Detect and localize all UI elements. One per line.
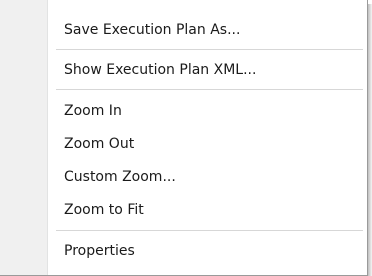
menu-item-label: Properties xyxy=(64,242,135,259)
menu-item-label: Custom Zoom... xyxy=(64,168,176,185)
menu-item-label: Save Execution Plan As... xyxy=(64,21,241,38)
menu-item-zoom-out[interactable]: Zoom Out xyxy=(0,127,367,160)
menu-item-label: Zoom Out xyxy=(64,135,135,152)
menu-item-label: Show Execution Plan XML... xyxy=(64,61,257,78)
menu-item-custom-zoom[interactable]: Custom Zoom... xyxy=(0,160,367,193)
menu-items: Save Execution Plan As... Show Execution… xyxy=(0,14,367,266)
menu-separator xyxy=(0,226,367,235)
menu-item-properties[interactable]: Properties xyxy=(0,235,367,266)
menu-item-save-execution-plan-as[interactable]: Save Execution Plan As... xyxy=(0,14,367,45)
menu-separator xyxy=(0,45,367,54)
menu-item-label: Zoom In xyxy=(64,102,122,119)
menu-shadow xyxy=(368,4,372,276)
menu-item-show-execution-plan-xml[interactable]: Show Execution Plan XML... xyxy=(0,54,367,85)
menu-item-zoom-in[interactable]: Zoom In xyxy=(0,94,367,127)
menu-item-zoom-to-fit[interactable]: Zoom to Fit xyxy=(0,193,367,226)
context-menu: Save Execution Plan As... Show Execution… xyxy=(0,0,368,276)
menu-item-label: Zoom to Fit xyxy=(64,201,144,218)
menu-separator xyxy=(0,85,367,94)
